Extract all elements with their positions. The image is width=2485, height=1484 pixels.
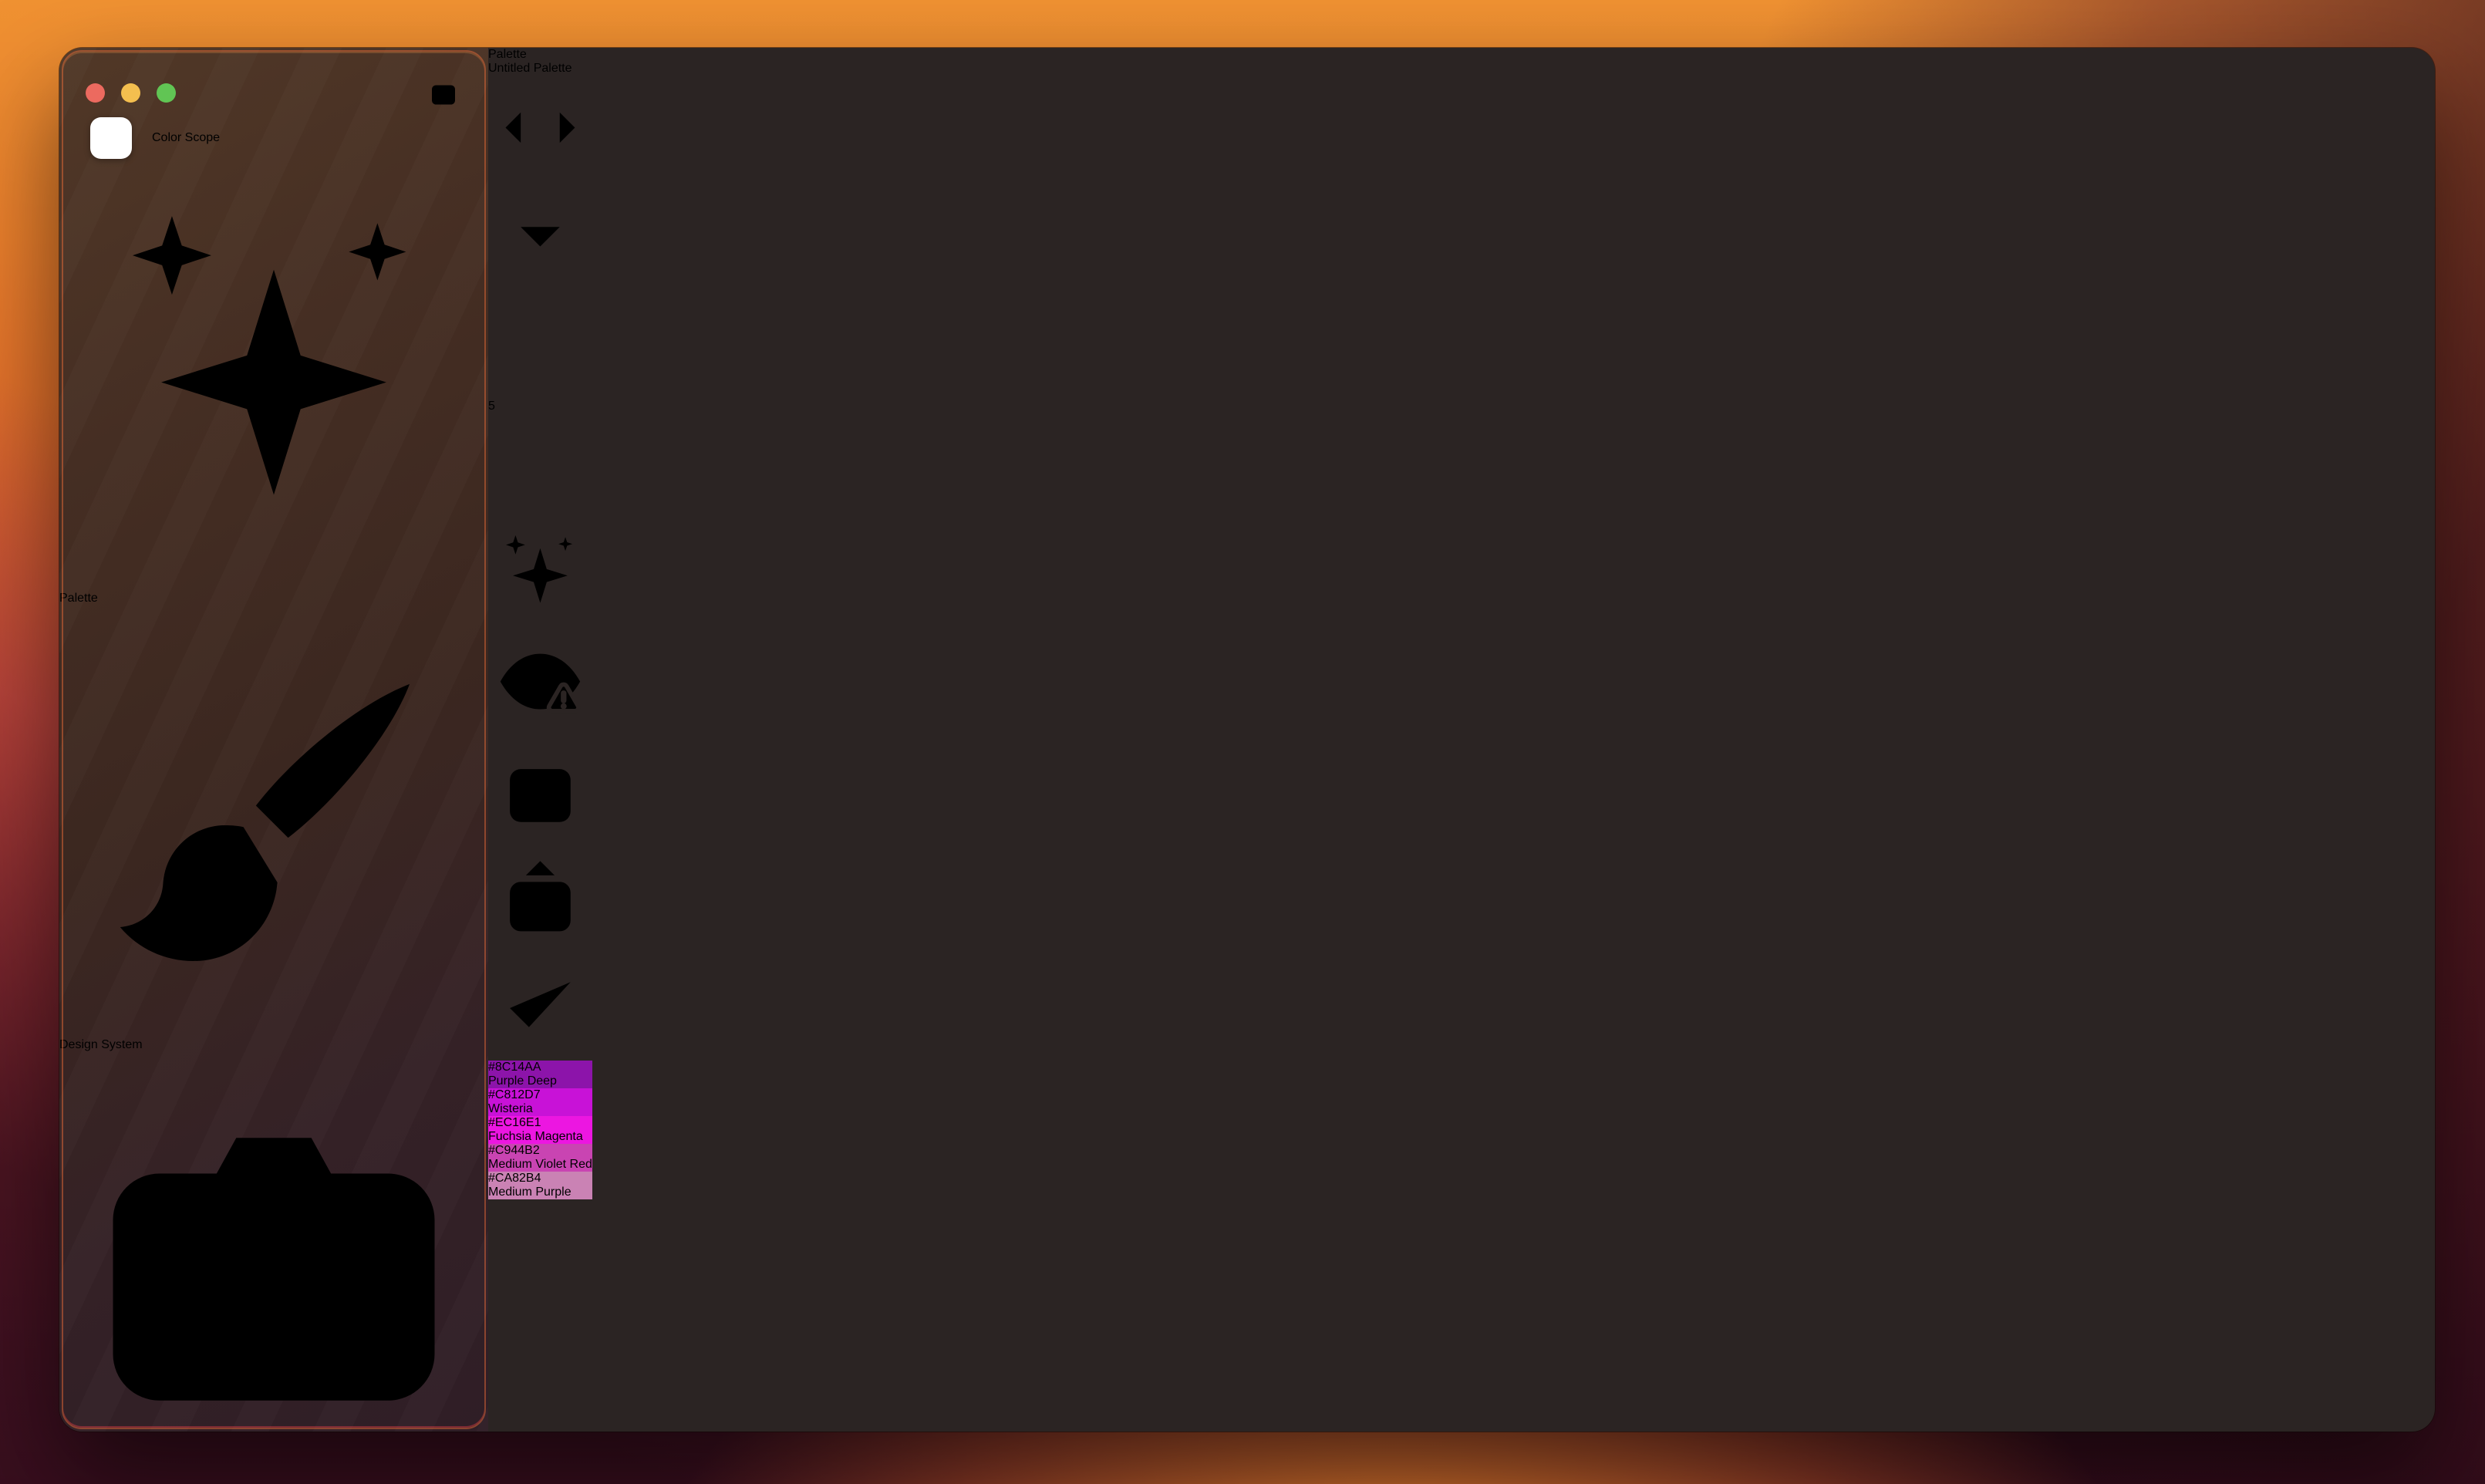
palette-controls-group: 5	[488, 292, 592, 1061]
contrast-check-button[interactable]	[488, 629, 592, 737]
color-swatch[interactable]: #EC16E1 Fuchsia Magenta	[488, 1116, 592, 1144]
color-swatch[interactable]: #C812D7 Wisteria	[488, 1088, 592, 1116]
increase-count-button[interactable]	[488, 413, 592, 521]
layout-direction-button[interactable]	[488, 76, 592, 292]
toolbar: Palette Untitled Palette 5	[488, 48, 592, 1061]
swatch-hex: #C812D7	[488, 1088, 592, 1102]
swatch-name: Wisteria	[488, 1102, 592, 1116]
decrease-count-button[interactable]	[488, 292, 592, 400]
palette-swatches: #8C14AA Purple Deep #C812D7 Wisteria #EC…	[488, 1061, 592, 1199]
sidebar-item-design-system[interactable]: Design System	[59, 605, 488, 1052]
chevron-down-icon	[488, 184, 592, 288]
swatch-name: Purple Deep	[488, 1074, 592, 1088]
primary-nav: Palette Design System	[59, 159, 488, 1432]
swatch-hex: #EC16E1	[488, 1116, 592, 1130]
page-subtitle: Untitled Palette	[488, 62, 592, 76]
swatch-hex: #CA82B4	[488, 1172, 592, 1186]
sidebar-toggle-icon[interactable]	[423, 77, 464, 113]
sidebar: Color Scope Palette	[59, 48, 488, 1432]
sidebar-item-label: Palette	[59, 592, 98, 605]
app-window: Color Scope Palette	[59, 48, 2435, 1432]
close-button[interactable]	[86, 83, 105, 103]
swatch-label: #C812D7 Wisteria	[488, 1088, 592, 1116]
zoom-button[interactable]	[157, 83, 176, 103]
swatch-name: Medium Purple	[488, 1186, 592, 1199]
title-block: Palette Untitled Palette	[488, 48, 592, 76]
share-icon	[488, 845, 592, 949]
download-icon	[488, 737, 592, 841]
paintbrush-icon	[59, 1024, 488, 1037]
minimize-button[interactable]	[121, 83, 140, 103]
generate-palette-button[interactable]	[488, 521, 592, 629]
swatch-label: #EC16E1 Fuchsia Magenta	[488, 1116, 592, 1144]
sidebar-item-palette[interactable]: Palette	[59, 159, 488, 605]
swatch-label: #CA82B4 Medium Purple	[488, 1172, 592, 1199]
swatch-label: #8C14AA Purple Deep	[488, 1061, 592, 1088]
app-title: Color Scope	[152, 131, 220, 145]
app-header: Color Scope	[90, 117, 488, 159]
swatch-name: Medium Violet Red	[488, 1158, 592, 1172]
share-button[interactable]	[488, 845, 592, 953]
sparkles-icon	[59, 578, 488, 591]
color-swatch[interactable]: #C944B2 Medium Violet Red	[488, 1144, 592, 1172]
color-count-value: 5	[488, 400, 592, 413]
sidebar-item-label: Design System	[59, 1038, 143, 1051]
swatch-hex: #8C14AA	[488, 1061, 592, 1074]
sparkles-icon	[488, 521, 592, 626]
arrows-horizontal-icon	[488, 76, 592, 180]
import-button[interactable]	[488, 737, 592, 845]
checkmark-icon	[488, 953, 592, 1057]
swatch-label: #C944B2 Medium Violet Red	[488, 1144, 592, 1172]
swatch-hex: #C944B2	[488, 1144, 592, 1158]
app-logo-icon	[90, 117, 132, 159]
swatch-name: Fuchsia Magenta	[488, 1130, 592, 1144]
color-swatch[interactable]: #CA82B4 Medium Purple	[488, 1172, 592, 1199]
main-area: Palette Untitled Palette 5	[488, 48, 592, 1432]
color-swatch[interactable]: #8C14AA Purple Deep	[488, 1061, 592, 1088]
confirm-button[interactable]	[488, 953, 592, 1061]
window-controls	[86, 83, 176, 103]
eye-warning-icon	[488, 629, 592, 733]
sidebar-item-image-extract[interactable]: Image Extract	[59, 1052, 488, 1432]
page-title: Palette	[488, 48, 592, 62]
